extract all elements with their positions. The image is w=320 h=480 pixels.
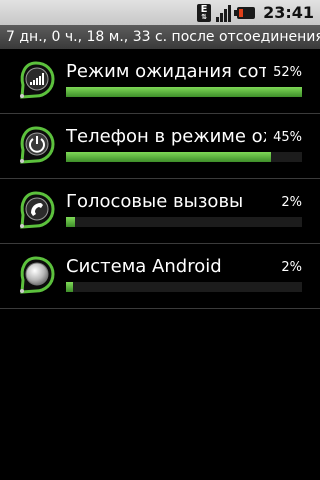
status-bar: E ⇅ 23:41 bbox=[0, 0, 320, 25]
battery-icon bbox=[234, 6, 256, 19]
usage-percent: 2% bbox=[281, 260, 302, 275]
usage-progress-bar bbox=[66, 282, 302, 292]
usage-progress-bar bbox=[66, 152, 302, 162]
page-title: 7 дн., 0 ч., 18 м., 33 с. после отсоедин… bbox=[0, 25, 320, 49]
battery-usage-list: Режим ожидания соты 52% Телефон в режиме… bbox=[0, 49, 320, 309]
usage-progress-bar bbox=[66, 217, 302, 227]
usage-item-phone-idle[interactable]: Телефон в режиме ожидания 45% bbox=[0, 114, 320, 179]
cell-signal-icon bbox=[20, 61, 55, 99]
usage-item-cell-standby[interactable]: Режим ожидания соты 52% bbox=[0, 49, 320, 114]
edge-network-icon: E ⇅ bbox=[197, 3, 212, 22]
usage-item-label: Голосовые вызовы bbox=[66, 191, 244, 212]
usage-progress-fill bbox=[66, 282, 74, 292]
usage-item-label: Телефон в режиме ожидания bbox=[66, 126, 266, 147]
usage-percent: 45% bbox=[273, 130, 302, 145]
usage-progress-fill bbox=[66, 87, 302, 97]
usage-progress-fill bbox=[66, 152, 272, 162]
status-time: 23:41 bbox=[263, 3, 314, 22]
data-arrows-icon: ⇅ bbox=[201, 12, 207, 21]
usage-item-label: Система Android bbox=[66, 256, 222, 277]
phone-handset-icon bbox=[20, 191, 55, 229]
power-icon bbox=[20, 126, 55, 164]
usage-percent: 2% bbox=[281, 195, 302, 210]
android-system-icon bbox=[20, 256, 55, 294]
usage-percent: 52% bbox=[273, 65, 302, 80]
usage-item-android-system[interactable]: Система Android 2% bbox=[0, 244, 320, 309]
signal-bars-icon bbox=[215, 4, 232, 22]
usage-progress-bar bbox=[66, 87, 302, 97]
usage-progress-fill bbox=[66, 217, 76, 227]
usage-item-label: Режим ожидания соты bbox=[66, 61, 266, 82]
usage-item-voice-calls[interactable]: Голосовые вызовы 2% bbox=[0, 179, 320, 244]
